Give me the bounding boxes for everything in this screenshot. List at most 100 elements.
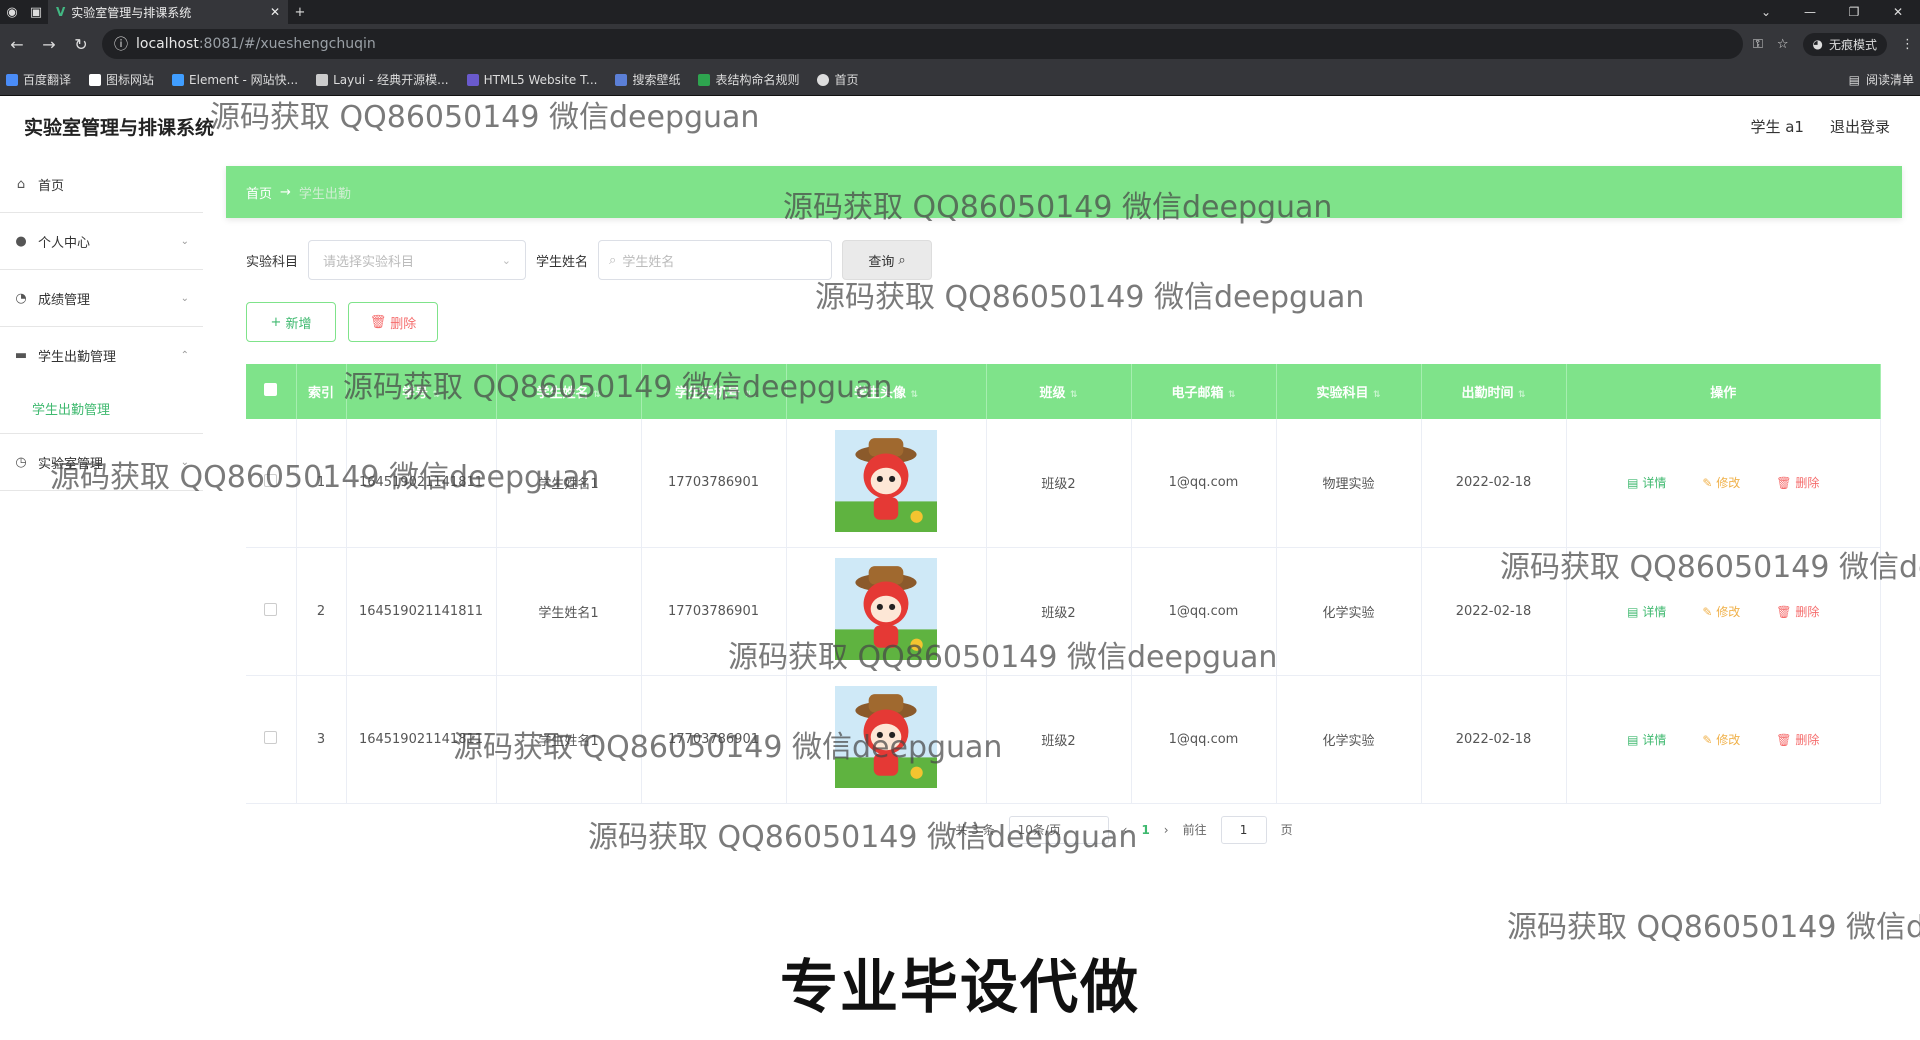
sidebar-item-profile[interactable]: ● 个人中心 ⌄: [0, 213, 203, 270]
subject-select[interactable]: 请选择实验科目 ⌄: [308, 240, 527, 280]
prev-page-icon[interactable]: ‹: [1123, 823, 1128, 837]
forward-icon[interactable]: →: [38, 35, 60, 54]
breadcrumb-current: 学生出勤: [298, 186, 351, 202]
select-all-header[interactable]: [246, 364, 297, 419]
select-all-checkbox[interactable]: [264, 383, 278, 396]
col-student-no[interactable]: 学号 ⇅: [346, 364, 497, 419]
pencil-icon: ✎: [1702, 476, 1713, 491]
bookmark-item[interactable]: 表结构命名规则: [698, 71, 799, 88]
detail-button[interactable]: ▤ 详情: [1627, 603, 1666, 620]
info-icon[interactable]: ⓘ: [114, 34, 128, 54]
bookmark-item[interactable]: HTML5 Website T...: [466, 73, 597, 87]
bookmark-item[interactable]: 搜索壁纸: [615, 71, 680, 88]
detail-button[interactable]: ▤ 详情: [1627, 731, 1666, 748]
pagination: 共 3 条 10条/页 ‹ 1 › 前往 1 页: [246, 815, 1882, 844]
bookmark-star-icon[interactable]: ☆: [1777, 37, 1789, 52]
col-class[interactable]: 班级 ⇅: [986, 364, 1132, 419]
url-input[interactable]: ⓘ localhost:8081/#/xueshengchuqin: [102, 29, 1743, 59]
sidebar-subitem-attendance[interactable]: 学生出勤管理: [0, 384, 203, 434]
sidebar-item-attendance[interactable]: ▬ 学生出勤管理 ⌃: [0, 327, 203, 384]
more-menu-icon[interactable]: ⋮: [1901, 37, 1914, 52]
restore-icon[interactable]: ❐: [1832, 5, 1876, 19]
back-icon[interactable]: ←: [6, 35, 28, 54]
promo-banner: 专业毕设代做: [779, 953, 1140, 1021]
bookmark-item[interactable]: Layui - 经典开源模...: [316, 71, 449, 88]
home-icon: ⌂: [16, 176, 26, 192]
edit-button[interactable]: ✎ 修改: [1702, 603, 1740, 620]
bookmark-item[interactable]: 首页: [817, 71, 859, 88]
document-icon: ▤: [1627, 476, 1639, 491]
document-icon: ▤: [1627, 732, 1639, 747]
sort-icon[interactable]: ⇅: [433, 390, 441, 400]
page-number[interactable]: 1: [1141, 823, 1149, 837]
cell-name: 学生姓名1: [496, 675, 642, 804]
minimize-icon[interactable]: —: [1788, 5, 1832, 19]
browser-tab[interactable]: V 实验室管理与排课系统 ✕: [48, 0, 288, 24]
edit-button[interactable]: ✎ 修改: [1702, 474, 1740, 491]
attendance-table: 索引 学号 ⇅ 学生姓名 ⇅ 学生手机号 ⇅ 学生头像 ⇅ 班级 ⇅ 电子邮箱 …: [246, 364, 1881, 804]
sort-icon[interactable]: ⇅: [745, 390, 753, 400]
reading-list-icon: ▤: [1848, 72, 1860, 87]
goto-input[interactable]: 1: [1220, 815, 1267, 844]
reading-list[interactable]: ▤ 阅读清单: [1849, 71, 1914, 88]
table-row[interactable]: 2 164519021141811 学生姓名1 17703786901 班级2 …: [246, 547, 1881, 676]
browser-menu-icon[interactable]: ◉: [0, 0, 24, 24]
page-size-select[interactable]: 10条/页: [1008, 815, 1109, 844]
row-select[interactable]: [246, 675, 297, 804]
delete-row-button[interactable]: 🗑 删除: [1776, 603, 1819, 620]
document-icon: ▤: [1627, 604, 1639, 619]
close-tab-icon[interactable]: ✕: [270, 5, 280, 19]
trash-icon: 🗑: [369, 314, 387, 330]
row-checkbox[interactable]: [264, 730, 278, 744]
row-select[interactable]: [246, 419, 297, 548]
breadcrumb-home[interactable]: 首页: [246, 183, 272, 202]
logout-link[interactable]: 退出登录: [1830, 116, 1890, 137]
table-row[interactable]: 3 164519021141811 学生姓名1 17703786901 班级2 …: [246, 675, 1881, 804]
col-name[interactable]: 学生姓名 ⇅: [496, 364, 642, 419]
bookmark-item[interactable]: 百度翻译: [6, 71, 71, 88]
chevron-down-icon: ⌄: [180, 456, 189, 468]
col-subject[interactable]: 实验科目 ⇅: [1276, 364, 1422, 419]
bookmark-item[interactable]: 图标网站: [89, 71, 154, 88]
sort-icon[interactable]: ⇅: [1373, 390, 1381, 400]
sort-icon[interactable]: ⇅: [911, 390, 919, 400]
cell-avatar: [786, 419, 987, 548]
incognito-badge[interactable]: ◕ 无痕模式: [1802, 32, 1887, 56]
browser-titlebar: ◉ ▣ V 实验室管理与排课系统 ✕ + ⌄ — ❐ ✕: [0, 0, 1920, 24]
sidebar-item-grades[interactable]: ◔ 成绩管理 ⌄: [0, 270, 203, 327]
next-page-icon[interactable]: ›: [1164, 823, 1169, 837]
col-avatar[interactable]: 学生头像 ⇅: [786, 364, 987, 419]
sort-icon[interactable]: ⇅: [1228, 390, 1236, 400]
col-phone[interactable]: 学生手机号 ⇅: [641, 364, 787, 419]
col-date[interactable]: 出勤时间 ⇅: [1421, 364, 1567, 419]
query-button[interactable]: 查询 ⌕: [842, 240, 933, 280]
reload-icon[interactable]: ↻: [70, 35, 92, 54]
main-content: 首页 → 学生出勤 实验科目 请选择实验科目 ⌄ 学生姓名 ⌕ 学生姓名 查询 …: [226, 166, 1902, 876]
translate-icon: [6, 73, 18, 86]
add-button[interactable]: + 新增: [246, 302, 336, 342]
sidebar-item-home[interactable]: ⌂ 首页: [0, 156, 203, 213]
edit-button[interactable]: ✎ 修改: [1702, 731, 1740, 748]
sort-icon[interactable]: ⇅: [1518, 390, 1526, 400]
new-tab-icon[interactable]: +: [288, 0, 312, 24]
sort-icon[interactable]: ⇅: [1070, 390, 1078, 400]
delete-row-button[interactable]: 🗑 删除: [1776, 731, 1819, 748]
sidebar-item-lab[interactable]: ◷ 实验室管理 ⌄: [0, 434, 203, 491]
name-label: 学生姓名: [536, 254, 589, 270]
row-checkbox[interactable]: [264, 602, 278, 616]
breadcrumb-arrow: →: [280, 184, 291, 200]
delete-row-button[interactable]: 🗑 删除: [1776, 474, 1819, 491]
name-input[interactable]: ⌕ 学生姓名: [598, 240, 833, 280]
col-email[interactable]: 电子邮箱 ⇅: [1131, 364, 1277, 419]
key-icon[interactable]: ⚿: [1753, 37, 1763, 52]
sort-icon[interactable]: ⇅: [593, 390, 601, 400]
table-row[interactable]: 1 164519021141811 学生姓名1 17703786901 班级2 …: [246, 419, 1881, 548]
row-select[interactable]: [246, 547, 297, 676]
row-checkbox[interactable]: [264, 474, 278, 488]
bookmark-item[interactable]: Element - 网站快...: [172, 71, 298, 88]
delete-button[interactable]: 🗑 删除: [348, 302, 438, 342]
detail-button[interactable]: ▤ 详情: [1627, 474, 1666, 491]
chevron-up-icon: ⌃: [180, 350, 189, 361]
close-window-icon[interactable]: ✕: [1876, 5, 1920, 19]
dropdown-icon[interactable]: ⌄: [1744, 5, 1788, 19]
